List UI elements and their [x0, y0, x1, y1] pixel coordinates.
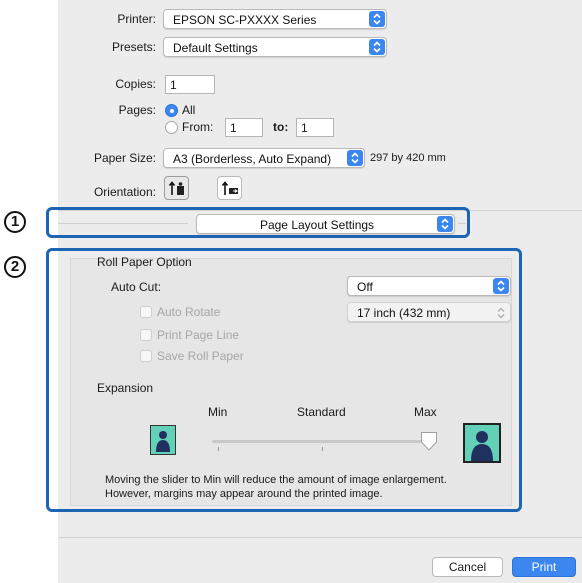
expansion-standard-label: Standard [297, 405, 346, 419]
panel-select-popup[interactable]: Page Layout Settings [196, 214, 455, 234]
expansion-min-label: Min [208, 405, 228, 419]
copies-label: Copies: [115, 77, 156, 91]
chevron-updown-icon [437, 216, 453, 232]
pages-from-label: From: [182, 120, 214, 134]
chevron-updown-icon [493, 278, 509, 294]
presets-value: Default Settings [173, 41, 258, 55]
landscape-icon [221, 181, 238, 195]
cancel-button[interactable]: Cancel [432, 557, 503, 577]
slider-tick [322, 447, 323, 451]
chevron-updown-icon [347, 150, 363, 166]
auto-cut-popup[interactable]: Off [347, 276, 511, 296]
print-button[interactable]: Print [512, 557, 576, 577]
orientation-portrait-button[interactable] [164, 176, 189, 200]
presets-label: Presets: [111, 40, 156, 54]
pages-from-field[interactable]: 1 [225, 118, 263, 137]
separator [458, 223, 466, 224]
callout-number-2: 2 [4, 256, 26, 278]
expansion-title: Expansion [97, 381, 154, 395]
pages-to-field[interactable]: 1 [296, 118, 334, 137]
slider-tick [218, 447, 219, 451]
expansion-slider-track[interactable] [212, 440, 426, 443]
print-page-line-label: Print Page Line [157, 328, 240, 342]
copies-field[interactable]: 1 [165, 75, 215, 94]
expansion-max-label: Max [414, 405, 437, 419]
copies-value: 1 [170, 78, 177, 92]
roll-paper-title: Roll Paper Option [97, 255, 192, 269]
pages-from-value: 1 [230, 121, 237, 135]
orientation-label: Orientation: [93, 185, 156, 199]
save-roll-paper-label: Save Roll Paper [157, 349, 244, 363]
print-page-line-checkbox[interactable] [140, 329, 152, 341]
auto-rotate-value: 17 inch (432 mm) [357, 306, 451, 320]
pages-label: Pages: [118, 103, 156, 117]
save-roll-paper-checkbox[interactable] [140, 350, 152, 362]
max-preview-image [463, 423, 501, 463]
auto-rotate-checkbox[interactable] [140, 306, 152, 318]
pages-all-label: All [182, 103, 196, 117]
paper-size-popup[interactable]: A3 (Borderless, Auto Expand) [163, 148, 365, 168]
paper-size-value: A3 (Borderless, Auto Expand) [173, 152, 332, 166]
chevron-updown-icon [369, 39, 385, 55]
min-preview-image [150, 425, 176, 455]
pages-to-value: 1 [301, 121, 308, 135]
pages-to-label: to: [273, 120, 289, 134]
callout-number-1: 1 [4, 211, 26, 233]
paper-size-label: Paper Size: [93, 151, 156, 165]
paper-dimensions: 297 by 420 mm [370, 152, 446, 164]
orientation-landscape-button[interactable] [217, 176, 242, 200]
auto-rotate-label: Auto Rotate [157, 305, 221, 319]
chevron-updown-icon [369, 11, 385, 27]
separator [58, 223, 188, 224]
auto-rotate-popup[interactable]: 17 inch (432 mm) [347, 302, 511, 322]
auto-cut-label: Auto Cut: [111, 280, 162, 294]
panel-select-value: Page Layout Settings [259, 218, 375, 232]
portrait-icon [168, 181, 184, 195]
auto-cut-value: Off [357, 280, 373, 294]
expansion-slider-thumb[interactable] [420, 431, 438, 452]
pages-from-radio[interactable] [165, 121, 178, 134]
printer-value: EPSON SC-PXXXX Series [173, 13, 317, 27]
printer-popup[interactable]: EPSON SC-PXXXX Series [163, 9, 387, 29]
printer-label: Printer: [117, 12, 156, 26]
presets-popup[interactable]: Default Settings [163, 37, 387, 57]
chevron-updown-icon [497, 307, 505, 319]
expansion-description-line1: Moving the slider to Min will reduce the… [105, 474, 447, 486]
separator [58, 537, 582, 538]
expansion-description-line2: However, margins may appear around the p… [105, 488, 383, 500]
pages-all-radio[interactable] [165, 104, 178, 117]
